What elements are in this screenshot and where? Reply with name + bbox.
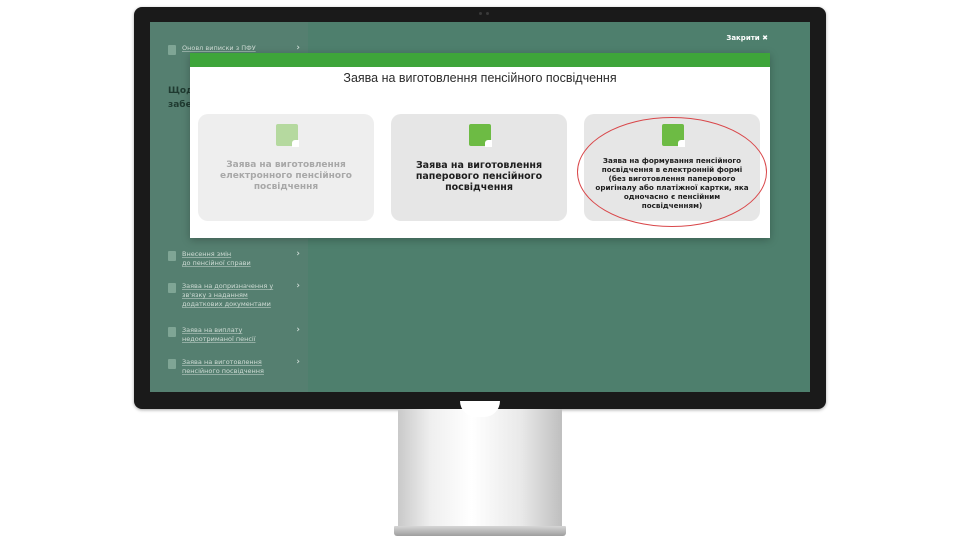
- sidebar-item-label: Заява на виготовлення пенсійного посвідч…: [182, 358, 264, 375]
- chevron-right-icon: ›: [296, 281, 300, 291]
- chevron-right-icon: ›: [296, 325, 300, 335]
- sidebar-item-changes[interactable]: Внесення змін до пенсійної справи ›: [168, 250, 300, 268]
- document-icon: [168, 283, 176, 293]
- modal-header-bar: [190, 53, 770, 67]
- sidebar-item-certificate[interactable]: Заява на виготовлення пенсійного посвідч…: [168, 358, 300, 376]
- modal-title: Заява на виготовлення пенсійного посвідч…: [343, 71, 617, 85]
- document-icon: [168, 45, 176, 55]
- document-icon: [168, 327, 176, 337]
- document-icon: [276, 124, 299, 147]
- chevron-right-icon: ›: [296, 249, 300, 259]
- document-icon: [168, 251, 176, 261]
- document-icon: [168, 359, 176, 369]
- document-icon: [469, 124, 492, 147]
- close-button[interactable]: Закрити ✖: [726, 34, 768, 42]
- option-card-electronic[interactable]: Заява на виготовлення електронного пенсі…: [198, 114, 374, 221]
- option-card-label: Заява на виготовлення електронного пенсі…: [220, 160, 352, 192]
- chevron-right-icon: ›: [296, 43, 300, 53]
- sidebar-item-unpaid[interactable]: Заява на виплату недоотриманої пенсії ›: [168, 326, 300, 344]
- monitor-stand: [398, 409, 562, 529]
- sidebar-item-label: Оновл виписки з ПФУ: [182, 44, 256, 52]
- sidebar-item-label: Внесення змін до пенсійної справи: [182, 250, 251, 267]
- sidebar-item-reassign[interactable]: Заява на допризначення у зв'язку з надан…: [168, 282, 300, 309]
- highlight-circle: [577, 117, 767, 227]
- chevron-right-icon: ›: [296, 357, 300, 367]
- monitor-stand-base: [394, 526, 566, 536]
- sidebar-item-label: Заява на допризначення у зв'язку з надан…: [182, 282, 274, 308]
- sidebar-item-label: Заява на виплату недоотриманої пенсії: [182, 326, 256, 343]
- option-card-paper[interactable]: Заява на виготовлення паперового пенсійн…: [391, 114, 567, 221]
- option-card-label: Заява на виготовлення паперового пенсійн…: [415, 160, 543, 193]
- camera-icon: [479, 12, 493, 15]
